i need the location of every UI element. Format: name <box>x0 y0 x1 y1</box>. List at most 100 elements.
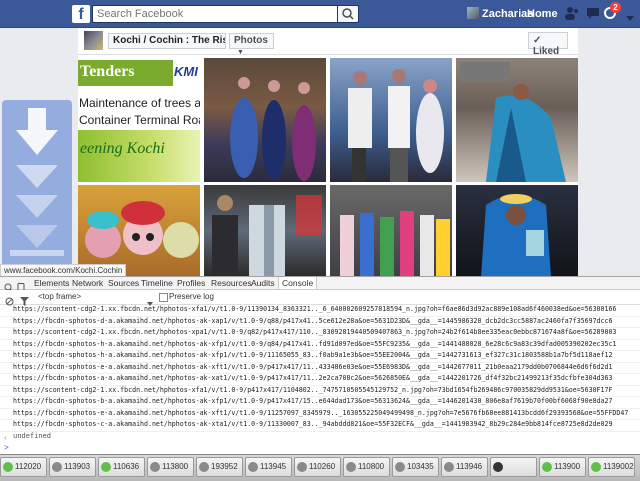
preserve-log-label: Preserve log <box>169 292 214 301</box>
divider <box>518 7 519 20</box>
messages-icon[interactable] <box>585 6 601 20</box>
app-icon <box>297 461 307 472</box>
settings-arrow-icon[interactable] <box>626 9 634 27</box>
console-log-line[interactable]: https://fbcdn-sphotos-e-a.akamaihd.net/h… <box>13 363 612 371</box>
taskbar-item-label: 110260 <box>309 462 336 471</box>
console-log-line[interactable]: https://fbcdn-sphotos-d-a.akamaihd.net/h… <box>13 317 612 325</box>
taskbar-item-label: 113900225 <box>603 462 634 471</box>
taskbar-item[interactable]: 110636 <box>98 457 145 477</box>
taskbar-item-label: 113946 <box>456 462 483 471</box>
profile-name[interactable]: Zacharias <box>482 8 533 20</box>
photo-tile[interactable] <box>456 58 578 182</box>
search-button[interactable] <box>337 5 359 23</box>
console-log-line[interactable]: https://fbcdn-sphotos-h-a.akamaihd.net/h… <box>13 351 612 359</box>
preserve-log-checkbox[interactable] <box>159 293 168 302</box>
log-separator <box>0 430 640 432</box>
notification-badge[interactable]: 2 <box>610 2 621 13</box>
taskbar-item-label: 113800 <box>162 462 189 471</box>
taskbar-item-label: 113900 <box>554 462 581 471</box>
search-icon <box>342 8 354 20</box>
fashion-photo <box>340 211 450 277</box>
page-thumbnail[interactable] <box>84 31 103 50</box>
console-input[interactable] <box>14 443 634 453</box>
taskbar-item-label: 103435 <box>407 462 434 471</box>
console-log-line[interactable]: https://fbcdn-sphotos-h-a.akamaihd.net/h… <box>13 340 616 348</box>
tab-console[interactable]: Console <box>278 277 318 289</box>
taskbar-item[interactable]: 113945 <box>245 457 292 477</box>
app-icon <box>52 461 62 472</box>
console-log-line[interactable]: https://fbcdn-sphotos-b-a.akamaihd.net/h… <box>13 397 612 405</box>
taskbar-item-label: 110800 <box>358 462 385 471</box>
fashion-photo <box>348 69 444 182</box>
fashion-photo <box>212 195 322 277</box>
search-input[interactable] <box>92 5 357 23</box>
photos-dropdown-label: Photos <box>234 35 268 46</box>
console-log-line[interactable]: https://fbcdn-sphotos-a-a.akamaihd.net/h… <box>13 374 612 382</box>
taskbar-item[interactable]: 110260 <box>294 457 341 477</box>
console-log-line[interactable]: https://scontent-cdg2-1.xx.fbcdn.net/hph… <box>13 386 612 394</box>
tab-profiles[interactable]: Profiles <box>177 277 205 289</box>
result-arrow-icon: ‹ <box>4 433 7 442</box>
tender-line-1: Maintenance of trees at <box>79 96 200 110</box>
taskbar-item[interactable]: 193952 <box>196 457 243 477</box>
download-overlay[interactable] <box>2 100 72 270</box>
console-log-line[interactable]: https://scontent-cdg2-1.xx.fbcdn.net/hph… <box>13 305 616 313</box>
taskbar-item-label: 112020 <box>15 462 42 471</box>
facebook-logo[interactable]: f <box>72 5 90 23</box>
tab-network[interactable]: Network <box>72 277 103 289</box>
taskbar-item[interactable]: 112020 <box>0 457 47 477</box>
app-icon <box>199 461 209 472</box>
console-prompt[interactable]: > <box>4 443 9 452</box>
tab-audits[interactable]: Audits <box>251 277 275 289</box>
taskbar-item[interactable]: 113946 <box>441 457 488 477</box>
taskbar-item[interactable]: 113903 <box>49 457 96 477</box>
taskbar-item-label: 193952 <box>211 462 238 471</box>
console-log-line[interactable]: https://scontent-cdg2-1.xx.fbcdn.net/hph… <box>13 328 616 336</box>
taskbar-item-label: 113903 <box>64 462 91 471</box>
photo-tile[interactable] <box>330 185 452 277</box>
fashion-photo <box>481 194 551 277</box>
check-icon: ✓ <box>533 35 542 46</box>
photos-dropdown[interactable]: Photos ▼ <box>229 33 274 56</box>
page-title-button[interactable]: Kochi / Cochin : The Rising ... <box>108 33 226 49</box>
photo-tile[interactable] <box>204 185 326 277</box>
photo-tile[interactable] <box>204 58 326 182</box>
app-icon <box>346 461 356 472</box>
home-link[interactable]: Home <box>527 8 558 20</box>
photo-tile[interactable] <box>456 185 578 277</box>
photo-tile-tender[interactable]: Tenders KMI Maintenance of trees at Cont… <box>78 58 200 182</box>
console-log-line[interactable]: https://fbcdn-sphotos-c-a.akamaihd.net/h… <box>13 420 612 428</box>
app-icon <box>3 461 13 472</box>
avatar[interactable] <box>467 7 479 19</box>
taskbar-item[interactable]: 113900225 <box>588 457 635 477</box>
taskbar-item[interactable]: 103435 <box>392 457 439 477</box>
taskbar-item[interactable]: 113800 <box>147 457 194 477</box>
console-toolbar <box>0 290 640 305</box>
app-icon <box>101 461 111 472</box>
frame-select[interactable]: <top frame> <box>38 292 81 301</box>
console-result: undefined <box>13 432 51 440</box>
fashion-photo <box>460 62 566 182</box>
tender-line-2: Container Terminal Road <box>79 113 200 127</box>
taskbar-item[interactable]: 110800 <box>343 457 390 477</box>
fashion-photo <box>230 77 316 181</box>
app-icon <box>395 461 405 472</box>
app-icon <box>591 461 601 472</box>
photo-tile[interactable] <box>330 58 452 182</box>
tender-logo: KMI <box>174 64 198 79</box>
tab-sources[interactable]: Sources <box>108 277 139 289</box>
app-icon <box>248 461 258 472</box>
tab-resources[interactable]: Resources <box>211 277 252 289</box>
taskbar-item[interactable] <box>490 457 537 477</box>
taskbar-item-label: 113945 <box>260 462 287 471</box>
friend-requests-icon[interactable] <box>564 6 580 20</box>
console-log-line[interactable]: https://fbcdn-sphotos-e-a.akamaihd.net/h… <box>13 409 628 417</box>
taskbar-item-label: 110636 <box>113 462 140 471</box>
taskbar-item[interactable]: 113900 <box>539 457 586 477</box>
tab-timeline[interactable]: Timeline <box>141 277 173 289</box>
app-icon <box>444 461 454 472</box>
tender-line-3: eening Kochi <box>80 140 165 157</box>
liked-button[interactable]: ✓ Liked <box>528 32 568 57</box>
download-arrow-icon <box>10 108 64 256</box>
tab-elements[interactable]: Elements <box>34 277 69 289</box>
